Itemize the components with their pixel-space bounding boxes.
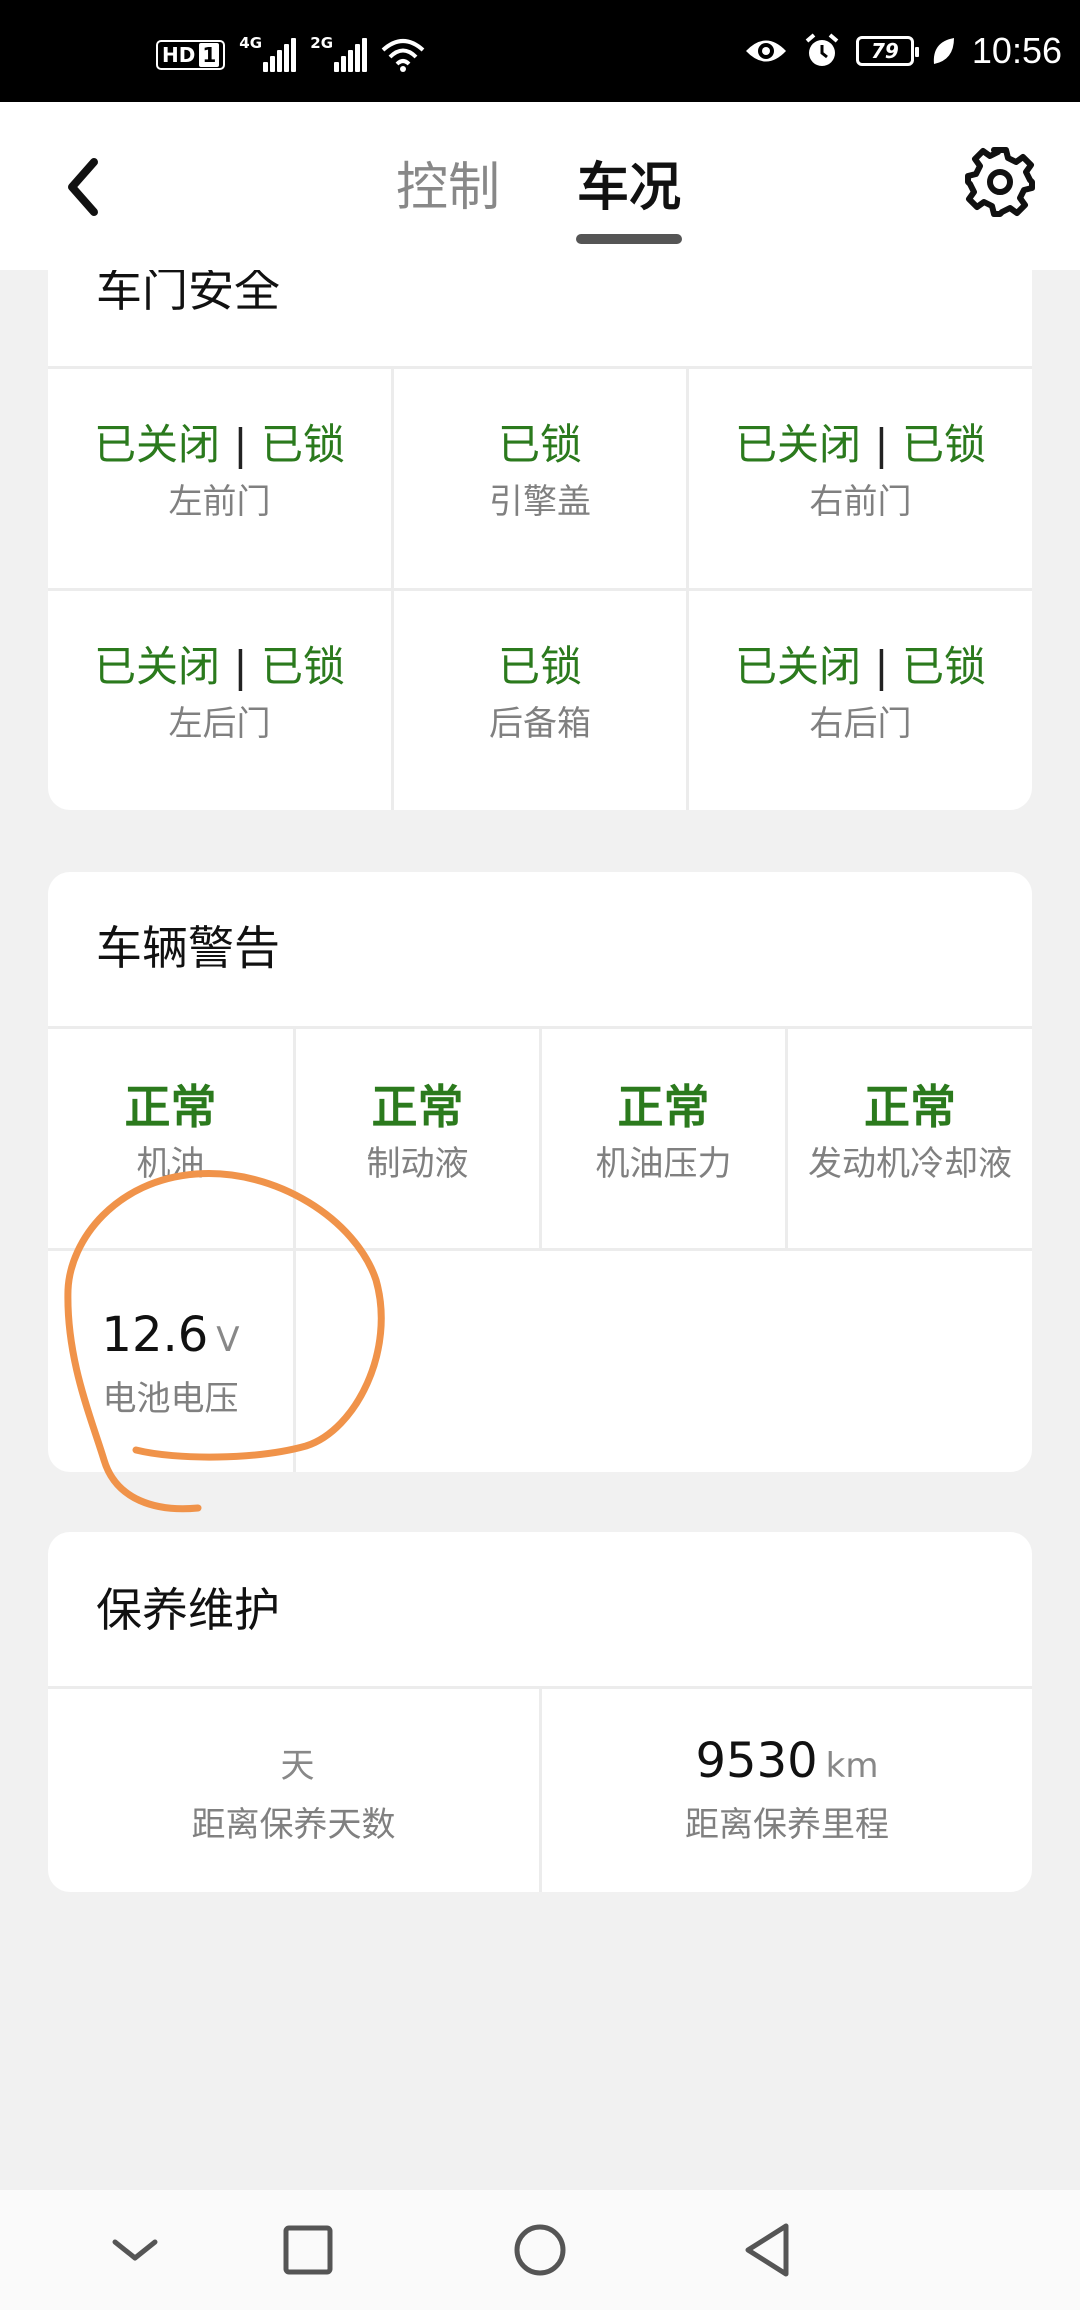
active-tab-indicator <box>576 234 682 244</box>
vehicle-warning-card: 车辆警告 正常 机油 正常 制动液 正常 机油压力 正常 发动机冷却液 12.6… <box>48 872 1032 1472</box>
voltage-number: 12.6 <box>101 1307 209 1363</box>
door-status: 已关闭 | 已锁 <box>689 418 1032 472</box>
warning-label: 制动液 <box>366 1144 469 1184</box>
door-front-left: 已关闭 | 已锁 左前门 <box>48 418 391 526</box>
tab-vehicle-status[interactable]: 车况 <box>577 158 681 218</box>
battery-voltage: 12.6 V 电池电压 <box>48 1306 293 1423</box>
status-separator: | <box>233 420 248 469</box>
voltage-unit: V <box>216 1320 240 1360</box>
lock-status: 已锁 <box>260 642 345 691</box>
door-trunk: 已锁 后备箱 <box>394 640 686 748</box>
network-2g-label: 2G <box>310 34 334 52</box>
divider <box>48 588 1032 591</box>
door-status: 已关闭 | 已锁 <box>48 640 391 694</box>
maintenance-mileage: 9530 km 距离保养里程 <box>542 1732 1032 1849</box>
status-right: 79 10:56 <box>744 30 1062 72</box>
battery-voltage-label: 电池电压 <box>102 1379 239 1419</box>
signal-2g-icon: 2G <box>310 34 368 72</box>
nav-collapse-button[interactable] <box>95 2210 175 2290</box>
vehicle-warning-title: 车辆警告 <box>96 921 280 975</box>
sim-label: 1 <box>199 43 220 67</box>
days-unit: 天 <box>280 1746 315 1786</box>
door-label: 右前门 <box>809 482 912 522</box>
status-left: HD 1 4G 2G <box>156 34 425 72</box>
maintenance-days-label: 距离保养天数 <box>191 1805 396 1845</box>
lock-status: 已锁 <box>901 420 986 469</box>
clock-time: 10:56 <box>971 30 1062 71</box>
door-label: 引擎盖 <box>489 482 591 522</box>
door-label: 左后门 <box>168 704 271 744</box>
closed-status: 已关闭 <box>735 420 862 469</box>
leaf-icon <box>933 38 954 64</box>
alarm-icon <box>805 33 839 66</box>
triangle-back-icon <box>745 2223 789 2277</box>
battery-level: 79 <box>870 39 899 63</box>
warning-label: 机油 <box>136 1144 205 1184</box>
door-security-card: 车门安全 已关闭 | 已锁 左前门 已锁 引擎盖 已关闭 | 已锁 右前门 已关… <box>48 250 1032 810</box>
lock-status: 已锁 <box>497 420 582 469</box>
mileage-number: 9530 <box>695 1733 818 1789</box>
door-security-title: 车门安全 <box>96 263 280 317</box>
chevron-left-icon <box>68 158 98 216</box>
status-separator: | <box>874 420 889 469</box>
system-nav-bar <box>0 2190 1080 2310</box>
maintenance-card: 保养维护 天 距离保养天数 9530 km 距离保养里程 <box>48 1532 1032 1892</box>
warning-status: 正常 <box>371 1080 464 1134</box>
battery-voltage-value: 12.6 V <box>48 1306 293 1369</box>
warning-engine-coolant: 正常 发动机冷却液 <box>788 1080 1032 1188</box>
door-rear-left: 已关闭 | 已锁 左后门 <box>48 640 391 748</box>
hd-label: HD <box>162 43 196 67</box>
mileage-unit: km <box>825 1746 879 1786</box>
status-separator: | <box>233 642 248 691</box>
warning-oil-pressure: 正常 机油压力 <box>542 1080 785 1188</box>
nav-home-button[interactable] <box>500 2210 580 2290</box>
maintenance-days: 天 距离保养天数 <box>48 1732 539 1849</box>
maintenance-title: 保养维护 <box>96 1583 280 1637</box>
door-front-right: 已关闭 | 已锁 右前门 <box>689 418 1032 526</box>
status-separator: | <box>874 642 889 691</box>
warning-label: 发动机冷却液 <box>808 1144 1012 1184</box>
warning-status: 正常 <box>864 1080 956 1134</box>
hd-badge: HD 1 <box>156 40 226 70</box>
closed-status: 已关闭 <box>94 420 221 469</box>
status-bar: HD 1 4G 2G 79 10:56 <box>0 0 1080 102</box>
door-rear-right: 已关闭 | 已锁 右后门 <box>689 640 1032 748</box>
tab-control[interactable]: 控制 <box>396 158 500 218</box>
door-status: 已关闭 | 已锁 <box>689 640 1032 694</box>
signal-4g-icon: 4G <box>239 34 297 72</box>
maintenance-mileage-value: 9530 km <box>542 1732 1032 1795</box>
maintenance-days-value: 天 <box>48 1732 539 1795</box>
lock-status: 已锁 <box>901 642 986 691</box>
battery-icon: 79 <box>855 36 919 66</box>
circle-icon <box>514 2224 566 2276</box>
wifi-icon <box>381 39 425 72</box>
eye-icon <box>745 40 786 62</box>
warning-status: 正常 <box>617 1080 710 1134</box>
divider <box>48 1248 1032 1251</box>
warning-status: 正常 <box>124 1080 217 1134</box>
lock-status: 已锁 <box>497 642 582 691</box>
maintenance-mileage-label: 距离保养里程 <box>685 1805 889 1845</box>
warning-brake-fluid: 正常 制动液 <box>296 1080 539 1188</box>
nav-recents-button[interactable] <box>268 2210 348 2290</box>
warning-engine-oil: 正常 机油 <box>48 1080 293 1188</box>
door-label: 后备箱 <box>489 704 591 744</box>
square-icon <box>283 2225 333 2275</box>
lock-status: 已锁 <box>260 420 345 469</box>
gear-icon <box>965 147 1035 217</box>
door-hood: 已锁 引擎盖 <box>394 418 686 526</box>
divider <box>48 366 1032 369</box>
app-header: 控制 车况 <box>0 102 1080 270</box>
network-4g-label: 4G <box>239 34 263 52</box>
door-label: 右后门 <box>809 704 912 744</box>
settings-button[interactable] <box>962 144 1038 220</box>
closed-status: 已关闭 <box>94 642 221 691</box>
warning-label: 机油压力 <box>595 1144 732 1184</box>
chevron-down-icon <box>112 2239 158 2261</box>
back-button[interactable] <box>56 152 116 222</box>
nav-back-button[interactable] <box>730 2210 810 2290</box>
door-label: 左前门 <box>168 482 271 522</box>
closed-status: 已关闭 <box>735 642 862 691</box>
door-status: 已关闭 | 已锁 <box>48 418 391 472</box>
